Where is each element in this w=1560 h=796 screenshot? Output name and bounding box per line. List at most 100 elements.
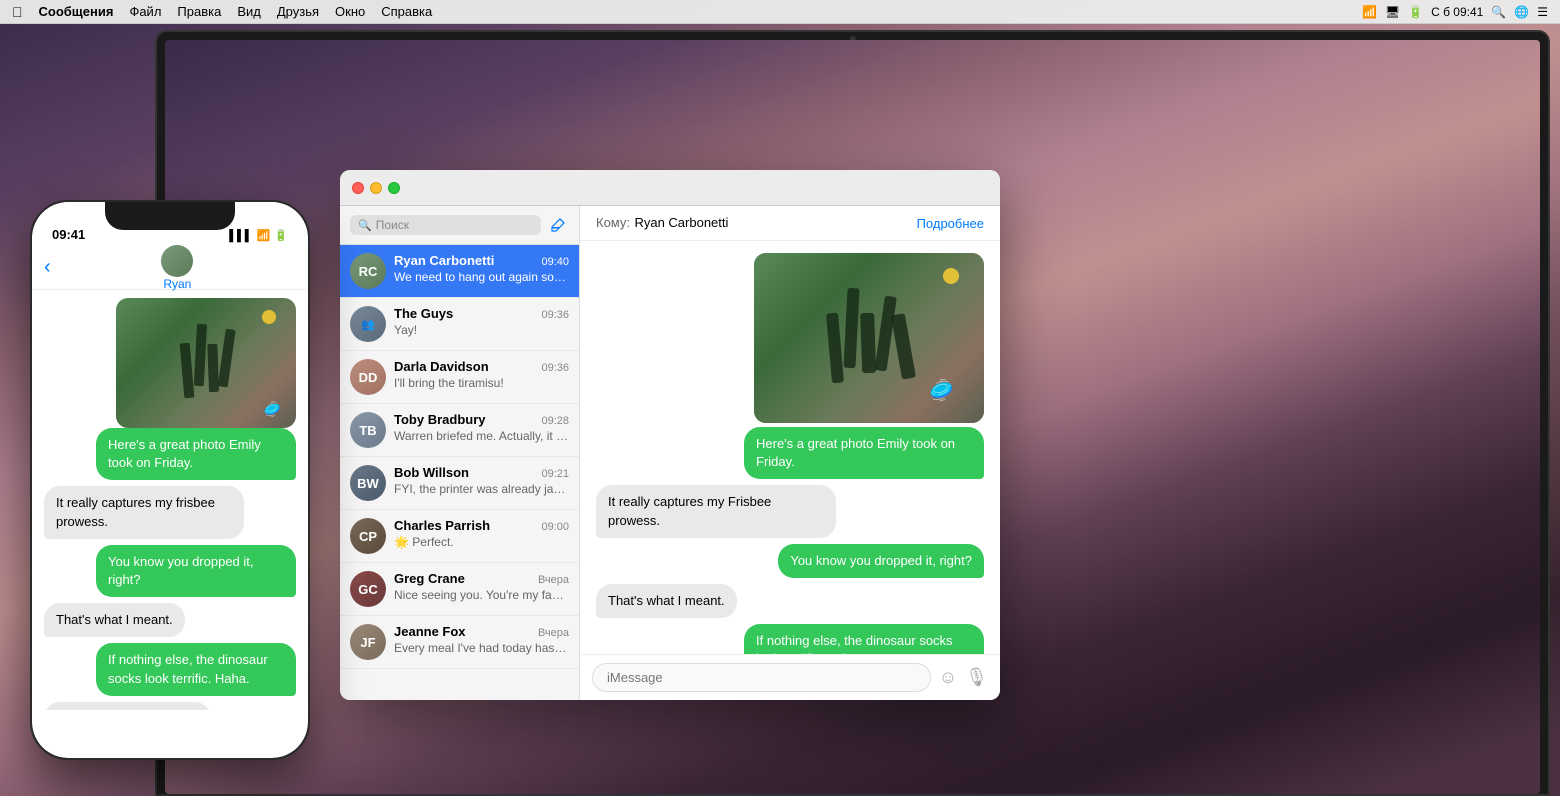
details-button[interactable]: Подробнее (917, 216, 984, 231)
minimize-button[interactable] (370, 182, 382, 194)
conv-ryan-carbonetti[interactable]: RC Ryan Carbonetti 09:40 We need to hang… (340, 245, 579, 298)
conv-avatar: 👥 (350, 306, 386, 342)
conv-preview: Warren briefed me. Actually, it wasn't t… (394, 429, 569, 443)
iphone-bubble: Here's a great photo Emily took on Frida… (96, 428, 296, 480)
message-bubble: You know you dropped it, right? (778, 544, 984, 578)
message-row-sent-1: You know you dropped it, right? (596, 544, 984, 578)
search-input-box[interactable]: 🔍 Поиск (350, 215, 541, 235)
iphone-message-row-5: I figured you'd like those. (44, 702, 296, 710)
app-name-menu[interactable]: Сообщения (39, 4, 114, 19)
messages-body: 🔍 Поиск RC (340, 206, 1000, 700)
siri-icon[interactable]: 🌐 (1514, 5, 1529, 19)
message-photo (754, 253, 984, 423)
to-label: Кому: (596, 215, 630, 230)
search-icon: 🔍 (358, 219, 372, 232)
conv-preview: Yay! (394, 323, 569, 337)
traffic-lights (352, 182, 400, 194)
conv-avatar: CP (350, 518, 386, 554)
message-row-received-2: That's what I meant. (596, 584, 984, 618)
maximize-button[interactable] (388, 182, 400, 194)
iphone-status-icons: ▌▌▌ 📶 🔋 (229, 229, 288, 242)
iphone-bubble: You know you dropped it, right? (96, 545, 296, 597)
conv-preview: 🌟 Perfect. (394, 535, 569, 549)
conv-toby-bradbury[interactable]: TB Toby Bradbury 09:28 Warren briefed me… (340, 404, 579, 457)
conv-avatar: JF (350, 624, 386, 660)
conv-avatar: TB (350, 412, 386, 448)
conv-preview: We need to hang out again soon. Don't be… (394, 270, 569, 284)
message-bubble: Here's a great photo Emily took on Frida… (744, 427, 984, 479)
conv-name: Greg Crane (394, 571, 465, 586)
recipient-name: Ryan Carbonetti (634, 215, 728, 230)
conv-preview: I'll bring the tiramisu! (394, 376, 569, 390)
close-button[interactable] (352, 182, 364, 194)
wifi-icon: 📶 (1362, 5, 1377, 19)
edit-menu[interactable]: Правка (177, 4, 221, 19)
iphone-screen: 09:41 ▌▌▌ 📶 🔋 ‹ Ryan (32, 202, 308, 758)
window-menu[interactable]: Окно (335, 4, 365, 19)
conversations-sidebar: 🔍 Поиск RC (340, 206, 580, 700)
message-bubble: It really captures my Frisbee prowess. (596, 485, 836, 537)
conv-name: Toby Bradbury (394, 412, 486, 427)
conv-preview: Every meal I've had today has included b… (394, 641, 569, 655)
notification-icon[interactable]: ☰ (1537, 5, 1548, 19)
conv-avatar: DD (350, 359, 386, 395)
conv-info: Ryan Carbonetti 09:40 We need to hang ou… (394, 253, 569, 284)
iphone-message-row-1: It really captures my frisbee prowess. (44, 486, 296, 538)
iphone-message-photo-row: Here's a great photo Emily took on Frida… (44, 298, 296, 480)
conv-bob-willson[interactable]: BW Bob Willson 09:21 FYI, the printer wa… (340, 457, 579, 510)
contact-avatar (161, 245, 193, 277)
compose-button[interactable] (547, 214, 569, 236)
audio-button[interactable]: 🎙 (965, 667, 988, 688)
conv-name: Bob Willson (394, 465, 469, 480)
conversation-list: RC Ryan Carbonetti 09:40 We need to hang… (340, 245, 579, 700)
back-button[interactable]: ‹ (44, 256, 51, 279)
chat-input[interactable] (592, 663, 931, 692)
message-row-sent-2: If nothing else, the dinosaur socks look… (596, 624, 984, 654)
iphone-notch (105, 202, 235, 230)
conv-avatar: GC (350, 571, 386, 607)
chat-header: Кому: Ryan Carbonetti Подробнее (580, 206, 1000, 241)
conv-jeanne-fox[interactable]: JF Jeanne Fox Вчера Every meal I've had … (340, 616, 579, 669)
iphone-nav-bar: ‹ Ryan (32, 246, 308, 290)
conv-time: 09:28 (541, 415, 569, 427)
conv-the-guys[interactable]: 👥 The Guys 09:36 Yay! (340, 298, 579, 351)
conv-preview: Nice seeing you. You're my favorite pers… (394, 588, 569, 602)
message-bubble: That's what I meant. (596, 584, 737, 618)
conv-time: 09:36 (541, 362, 569, 374)
conv-charles-parrish[interactable]: CP Charles Parrish 09:00 🌟 Perfect. (340, 510, 579, 563)
file-menu[interactable]: Файл (129, 4, 161, 19)
iphone-bubble: I figured you'd like those. (44, 702, 211, 710)
conv-greg-crane[interactable]: GC Greg Crane Вчера Nice seeing you. You… (340, 563, 579, 616)
iphone-messages: Here's a great photo Emily took on Frida… (32, 290, 308, 710)
iphone-message-row-4: If nothing else, the dinosaur socks look… (44, 643, 296, 695)
conv-time: 09:00 (541, 521, 569, 533)
wifi-icon: 📶 (257, 229, 271, 242)
conv-avatar: BW (350, 465, 386, 501)
search-placeholder: Поиск (376, 218, 409, 232)
help-menu[interactable]: Справка (381, 4, 432, 19)
emoji-button[interactable]: ☺ (939, 667, 957, 688)
conv-darla-davidson[interactable]: DD Darla Davidson 09:36 I'll bring the t… (340, 351, 579, 404)
buddies-menu[interactable]: Друзья (277, 4, 319, 19)
battery-icon: 🔋 (1408, 5, 1423, 19)
photo-content (754, 253, 984, 423)
iphone-message-row-2: You know you dropped it, right? (44, 545, 296, 597)
window-titlebar (340, 170, 1000, 206)
conv-name: Darla Davidson (394, 359, 489, 374)
contact-name[interactable]: Ryan (163, 277, 191, 291)
message-bubble: If nothing else, the dinosaur socks look… (744, 624, 984, 654)
conv-name: The Guys (394, 306, 453, 321)
chat-input-area: ☺ 🎙 (580, 654, 1000, 700)
search-icon[interactable]: 🔍 (1491, 5, 1506, 19)
conv-avatar: RC (350, 253, 386, 289)
iphone-message-row-3: That's what I meant. (44, 603, 296, 637)
apple-menu[interactable]:  (12, 4, 23, 20)
menubar-time: С б 09:41 (1431, 5, 1483, 19)
messages-app-window: 🔍 Поиск RC (340, 170, 1000, 700)
view-menu[interactable]: Вид (237, 4, 261, 19)
conv-name: Jeanne Fox (394, 624, 466, 639)
contact-header: Ryan (59, 245, 296, 291)
iphone-message-photo (116, 298, 296, 428)
conv-time: Вчера (538, 627, 569, 639)
message-photo-row: Here's a great photo Emily took on Frida… (596, 253, 984, 479)
